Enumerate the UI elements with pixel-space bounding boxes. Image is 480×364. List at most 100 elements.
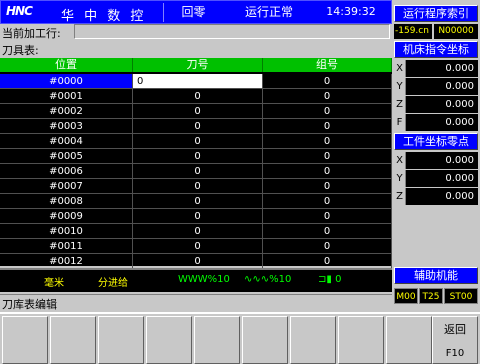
position-cell[interactable]: #0005 bbox=[0, 149, 133, 164]
fkey-f8[interactable] bbox=[338, 316, 384, 364]
position-cell[interactable]: #0011 bbox=[0, 239, 133, 254]
tool-no-cell[interactable]: 0 bbox=[133, 134, 263, 149]
spindle-override-value: 0 bbox=[335, 274, 342, 285]
run-status: 运行正常 bbox=[244, 5, 293, 19]
table-row[interactable]: #0001 0 0 bbox=[0, 89, 392, 104]
axis-label: Z bbox=[394, 96, 406, 113]
position-cell[interactable]: #0003 bbox=[0, 119, 133, 134]
machine-coord-x: X 0.000 bbox=[394, 60, 478, 77]
position-cell[interactable]: #0000 bbox=[0, 74, 133, 89]
group-no-cell[interactable]: 0 bbox=[263, 119, 392, 134]
column-header-tool-no: 刀号 bbox=[133, 58, 263, 72]
fkey-f3[interactable] bbox=[98, 316, 144, 364]
tool-no-cell[interactable]: 0 bbox=[133, 254, 263, 269]
column-header-position: 位置 bbox=[0, 58, 133, 72]
table-row[interactable]: #0010 0 0 bbox=[0, 224, 392, 239]
group-no-cell[interactable]: 0 bbox=[263, 149, 392, 164]
position-cell[interactable]: #0002 bbox=[0, 104, 133, 119]
group-no-cell[interactable]: 0 bbox=[263, 74, 392, 89]
logo-text: HNC bbox=[6, 4, 33, 18]
table-row[interactable]: #0007 0 0 bbox=[0, 179, 392, 194]
tool-table: 位置 刀号 组号 #0000 0 0 #0001 0 0 #0002 0 0 #… bbox=[0, 58, 392, 269]
machine-coord-y: Y 0.000 bbox=[394, 78, 478, 95]
position-cell[interactable]: #0006 bbox=[0, 164, 133, 179]
table-row[interactable]: #0005 0 0 bbox=[0, 149, 392, 164]
group-no-cell[interactable]: 0 bbox=[263, 209, 392, 224]
function-key-bar: 返回 F10 bbox=[0, 312, 480, 364]
table-row[interactable]: #0008 0 0 bbox=[0, 194, 392, 209]
group-no-cell[interactable]: 0 bbox=[263, 104, 392, 119]
prog-index-title: 运行程序索引 bbox=[394, 5, 478, 22]
axis-value: 0.000 bbox=[445, 81, 474, 92]
prog-index-row: -159.cn N00000 bbox=[394, 24, 478, 39]
axis-value: 0.000 bbox=[445, 117, 474, 128]
position-cell[interactable]: #0008 bbox=[0, 194, 133, 209]
tool-no-cell[interactable]: 0 bbox=[133, 119, 263, 134]
group-no-cell[interactable]: 0 bbox=[263, 134, 392, 149]
m-code: M00 bbox=[394, 288, 418, 304]
work-zero-title: 工件坐标零点 bbox=[394, 133, 478, 150]
group-no-cell[interactable]: 0 bbox=[263, 194, 392, 209]
return-button[interactable]: 返回 F10 bbox=[432, 316, 478, 364]
table-row[interactable]: #0000 0 0 bbox=[0, 74, 392, 89]
current-line-field bbox=[74, 24, 390, 39]
tool-no-cell[interactable]: 0 bbox=[133, 149, 263, 164]
table-row[interactable]: #0011 0 0 bbox=[0, 239, 392, 254]
table-row[interactable]: #0003 0 0 bbox=[0, 119, 392, 134]
fkey-f7[interactable] bbox=[290, 316, 336, 364]
feed-status-strip: 毫米 分进给 WWW%10 ∿∿∿%10 ⊐▮ 0 bbox=[0, 268, 392, 292]
group-no-cell[interactable]: 0 bbox=[263, 254, 392, 269]
fkey-f4[interactable] bbox=[146, 316, 192, 364]
fkey-f9[interactable] bbox=[386, 316, 432, 364]
table-header: 位置 刀号 组号 bbox=[0, 58, 392, 72]
table-row[interactable]: #0004 0 0 bbox=[0, 134, 392, 149]
prog-line-no: N00000 bbox=[434, 24, 478, 39]
position-cell[interactable]: #0001 bbox=[0, 89, 133, 104]
group-no-cell[interactable]: 0 bbox=[263, 89, 392, 104]
group-no-cell[interactable]: 0 bbox=[263, 224, 392, 239]
position-cell[interactable]: #0010 bbox=[0, 224, 133, 239]
current-line-label: 当前加工行: bbox=[2, 27, 61, 40]
tool-table-label: 刀具表: bbox=[2, 44, 39, 57]
fkey-f5[interactable] bbox=[194, 316, 240, 364]
clock: 14:39:32 bbox=[326, 5, 376, 18]
fkey-f6[interactable] bbox=[242, 316, 288, 364]
axis-value: 0.000 bbox=[445, 155, 474, 166]
feed-override: WWW%10 bbox=[178, 274, 230, 285]
table-row[interactable]: #0002 0 0 bbox=[0, 104, 392, 119]
position-cell[interactable]: #0012 bbox=[0, 254, 133, 269]
rapid-override: ∿∿∿%10 bbox=[244, 274, 292, 285]
aux-function-title: 辅助机能 bbox=[394, 267, 478, 284]
tool-no-cell[interactable]: 0 bbox=[133, 179, 263, 194]
title-bar: HNC 华 中 数 控 回零 运行正常 14:39:32 bbox=[0, 0, 392, 24]
tool-no-input[interactable]: 0 bbox=[133, 74, 263, 89]
tool-no-cell[interactable]: 0 bbox=[133, 194, 263, 209]
feed-mode-indicator: 分进给 bbox=[98, 278, 128, 289]
table-row[interactable]: #0006 0 0 bbox=[0, 164, 392, 179]
position-cell[interactable]: #0007 bbox=[0, 179, 133, 194]
tool-no-cell[interactable]: 0 bbox=[133, 104, 263, 119]
group-no-cell[interactable]: 0 bbox=[263, 179, 392, 194]
group-no-cell[interactable]: 0 bbox=[263, 164, 392, 179]
axis-label: F bbox=[394, 114, 406, 131]
axis-label: Y bbox=[394, 170, 406, 187]
column-header-group-no: 组号 bbox=[263, 58, 392, 72]
table-row[interactable]: #0009 0 0 bbox=[0, 209, 392, 224]
tool-no-cell[interactable]: 0 bbox=[133, 224, 263, 239]
tool-no-cell[interactable]: 0 bbox=[133, 164, 263, 179]
fkey-f1[interactable] bbox=[2, 316, 48, 364]
position-cell[interactable]: #0009 bbox=[0, 209, 133, 224]
axis-label: X bbox=[394, 60, 406, 77]
work-coord-x: X 0.000 bbox=[394, 152, 478, 169]
group-no-cell[interactable]: 0 bbox=[263, 239, 392, 254]
position-cell[interactable]: #0004 bbox=[0, 134, 133, 149]
table-row[interactable]: #0012 0 0 bbox=[0, 254, 392, 269]
axis-value: 0.000 bbox=[445, 173, 474, 184]
tool-no-cell[interactable]: 0 bbox=[133, 209, 263, 224]
mode-indicator: 回零 bbox=[163, 3, 223, 22]
axis-label: Z bbox=[394, 188, 406, 205]
tool-no-cell[interactable]: 0 bbox=[133, 89, 263, 104]
spindle-icon: ⊐▮ bbox=[318, 274, 332, 285]
fkey-f2[interactable] bbox=[50, 316, 96, 364]
tool-no-cell[interactable]: 0 bbox=[133, 239, 263, 254]
